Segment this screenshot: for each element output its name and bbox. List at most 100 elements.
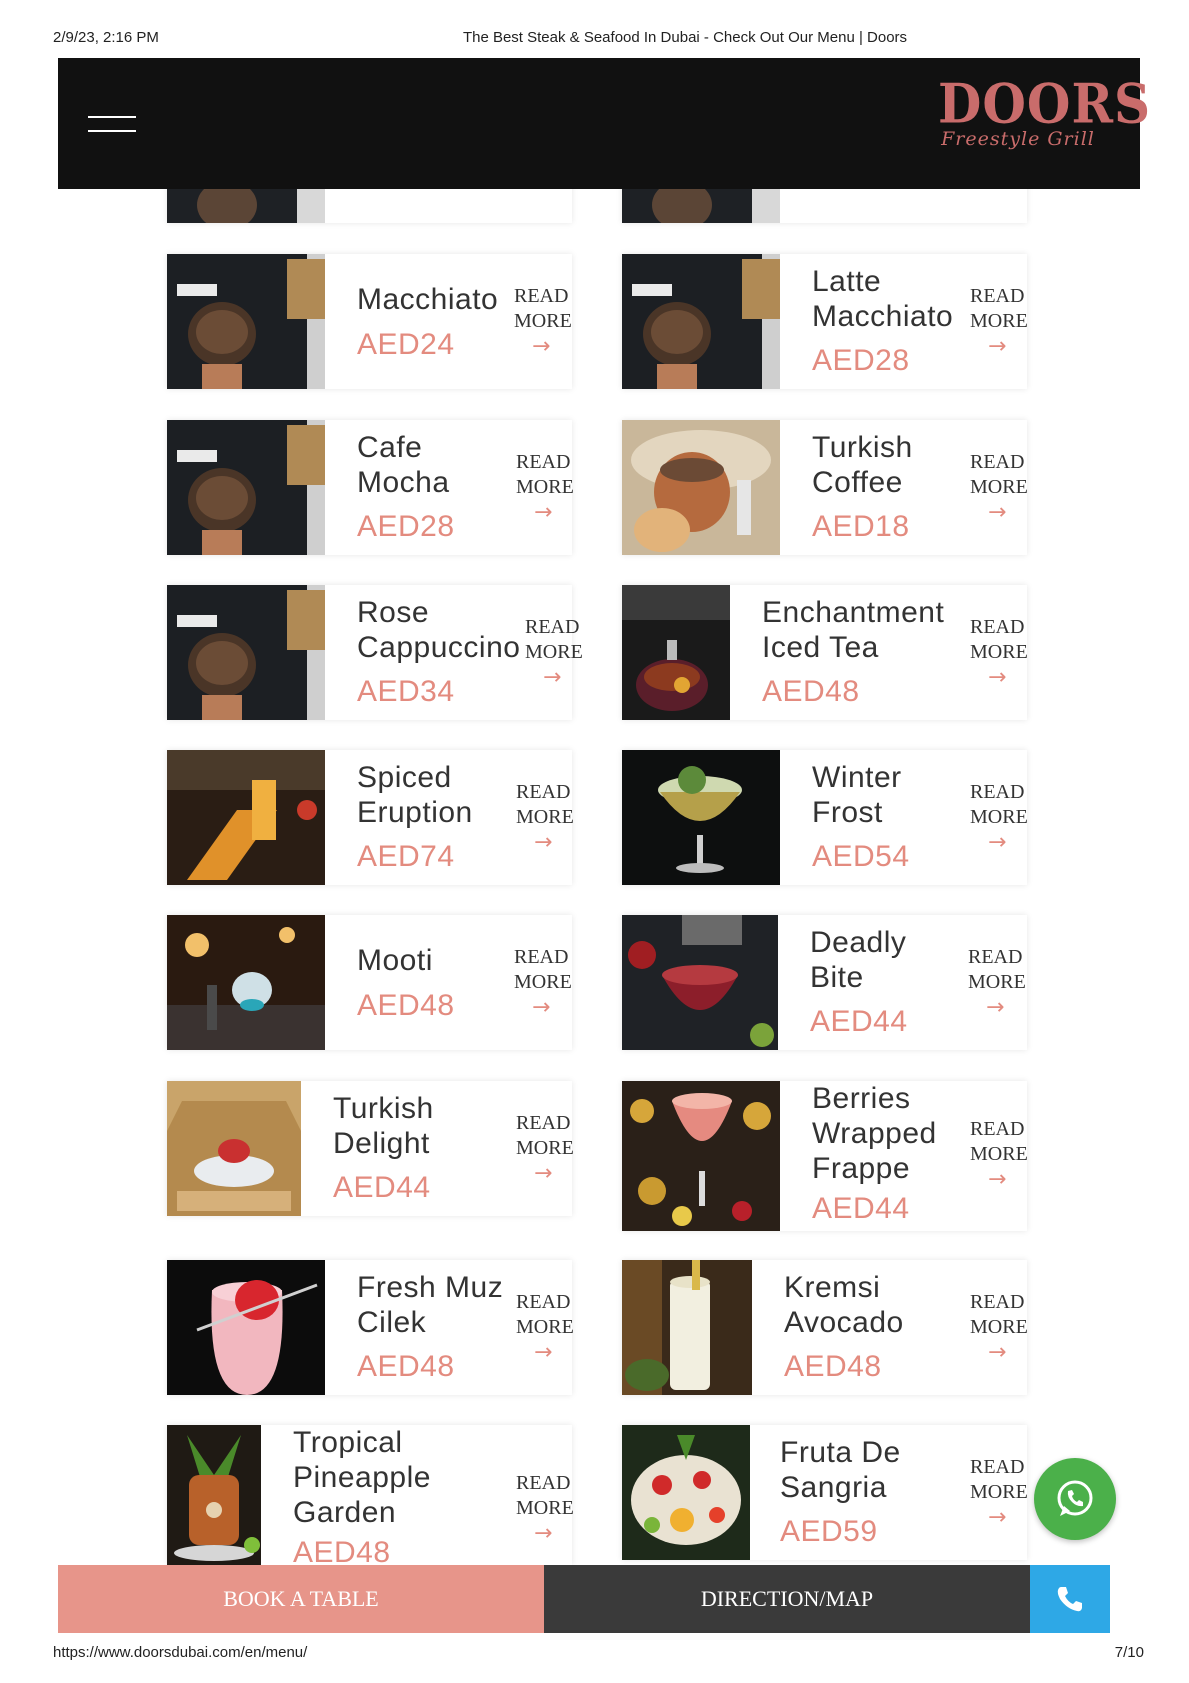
read-more-label: READ — [970, 285, 1025, 307]
read-more-label: MORE — [516, 1316, 574, 1338]
read-more-link[interactable]: READ MORE → — [516, 1290, 586, 1366]
read-more-label: READ — [970, 616, 1025, 638]
item-price: AED48 — [784, 1350, 882, 1383]
iced-tea-teapot-photo — [622, 585, 730, 720]
call-button[interactable] — [1030, 1565, 1110, 1633]
menu-card[interactable]: Kremsi Avocado AED48 READ MORE → — [622, 1260, 1028, 1395]
berries-frappe-photo — [622, 1081, 780, 1231]
whatsapp-icon — [1057, 1480, 1093, 1516]
read-more-link[interactable]: READ MORE → — [968, 945, 1038, 1021]
item-price: AED28 — [357, 510, 455, 543]
doors-logo[interactable]: DOORS Freestyle Grill — [938, 71, 1152, 150]
read-more-link[interactable]: READ MORE → — [516, 780, 586, 856]
arrow-right-icon: → — [534, 500, 553, 525]
book-table-button[interactable]: BOOK A TABLE — [58, 1565, 544, 1633]
menu-card[interactable]: Fruta De Sangria AED59 READ MORE → — [622, 1425, 1028, 1560]
item-name: Mooti — [357, 944, 433, 977]
logo-wordmark: DOORS — [938, 71, 1152, 136]
item-name: Enchantment Iced Tea — [762, 596, 945, 664]
site-header: DOORS Freestyle Grill — [58, 58, 1152, 189]
item-price: AED48 — [357, 989, 455, 1022]
menu-card[interactable]: Enchantment Iced Tea AED48 READ MORE → — [622, 585, 1028, 720]
read-more-label: READ — [968, 946, 1023, 968]
read-more-label: MORE — [514, 971, 572, 993]
menu-card[interactable]: Turkish Coffee AED18 READ MORE → — [622, 420, 1028, 555]
arrow-right-icon: → — [532, 334, 551, 359]
item-price: AED54 — [812, 840, 910, 873]
arrow-right-icon: → — [988, 334, 1007, 359]
deadly-bite-photo — [622, 915, 778, 1050]
read-more-link[interactable]: READ MORE → — [525, 615, 595, 691]
read-more-link[interactable]: READ MORE → — [970, 1455, 1040, 1531]
item-name: Deadly Bite — [810, 926, 907, 994]
whatsapp-button[interactable] — [1034, 1458, 1116, 1540]
menu-card[interactable]: Spiced Eruption AED74 READ MORE → — [167, 750, 574, 885]
arrow-right-icon: → — [534, 830, 553, 855]
item-price: AED74 — [357, 840, 455, 873]
read-more-label: READ — [514, 946, 569, 968]
read-more-link[interactable]: READ MORE → — [514, 945, 584, 1021]
read-more-link[interactable]: READ MORE → — [516, 1471, 586, 1547]
arrow-right-icon: → — [988, 500, 1007, 525]
menu-card[interactable]: Winter Frost AED54 READ MORE → — [622, 750, 1028, 885]
menu-card[interactable]: Latte Macchiato AED28 READ MORE → — [622, 254, 1028, 389]
menu-card[interactable]: Deadly Bite AED44 READ MORE → — [622, 915, 1027, 1050]
item-price: AED59 — [780, 1515, 878, 1548]
read-more-label: READ — [516, 1291, 571, 1313]
read-more-label: READ — [970, 451, 1025, 473]
menu-card[interactable]: Macchiato AED24 READ MORE → — [167, 254, 572, 389]
bottom-action-bar: BOOK A TABLE DIRECTION/MAP — [58, 1565, 1110, 1633]
arrow-right-icon: → — [534, 1161, 553, 1186]
coffee-beans-photo — [167, 585, 325, 720]
menu-card[interactable]: Cafe Mocha AED28 READ MORE → — [167, 420, 574, 555]
item-price: AED44 — [333, 1171, 431, 1204]
menu-card[interactable]: Fresh Muz Cilek AED48 READ MORE → — [167, 1260, 574, 1395]
item-price: AED18 — [812, 510, 910, 543]
item-name: Macchiato — [357, 283, 499, 316]
item-name: Winter Frost — [812, 761, 902, 829]
mooti-photo — [167, 915, 325, 1050]
read-more-link[interactable]: READ MORE → — [970, 1290, 1040, 1366]
menu-card[interactable]: Turkish Delight AED44 READ MORE → — [167, 1081, 574, 1216]
coffee-beans-photo — [167, 254, 325, 389]
item-price: AED34 — [357, 675, 455, 708]
read-more-link[interactable]: READ MORE → — [970, 1117, 1040, 1193]
item-name: Berries Wrapped Frappe — [812, 1082, 937, 1185]
item-name: Spiced Eruption — [357, 761, 473, 829]
direction-map-button[interactable]: DIRECTION/MAP — [544, 1565, 1030, 1633]
phone-icon — [1057, 1587, 1082, 1612]
read-more-label: READ — [516, 451, 571, 473]
turkish-coffee-photo — [622, 420, 780, 555]
menu-card[interactable]: Berries Wrapped Frappe AED44 READ MORE → — [622, 1081, 1028, 1231]
kremsi-avocado-photo — [622, 1260, 752, 1395]
print-page-number: 7/10 — [1114, 1644, 1144, 1661]
menu-card[interactable]: Rose Cappuccino AED34 READ MORE → — [167, 585, 583, 720]
read-more-link[interactable]: READ MORE → — [970, 284, 1040, 360]
menu-card[interactable]: Mooti AED48 READ MORE → — [167, 915, 572, 1050]
arrow-right-icon: → — [988, 1167, 1007, 1192]
read-more-link[interactable]: READ MORE → — [970, 780, 1040, 856]
read-more-label: MORE — [525, 641, 583, 663]
item-price: AED24 — [357, 328, 455, 361]
read-more-link[interactable]: READ MORE → — [514, 284, 584, 360]
read-more-link[interactable]: READ MORE → — [516, 450, 586, 526]
arrow-right-icon: → — [986, 995, 1005, 1020]
read-more-label: READ — [970, 1291, 1025, 1313]
read-more-link[interactable]: READ MORE → — [970, 615, 1040, 691]
coffee-beans-photo — [622, 254, 780, 389]
tropical-pineapple-photo — [167, 1425, 261, 1565]
fruta-de-sangria-photo — [622, 1425, 750, 1560]
item-name: Fruta De Sangria — [780, 1436, 901, 1504]
item-name: Latte Macchiato — [812, 265, 954, 333]
arrow-right-icon: → — [988, 1505, 1007, 1530]
arrow-right-icon: → — [988, 665, 1007, 690]
menu-hamburger-icon[interactable] — [88, 116, 136, 134]
item-price: AED44 — [812, 1192, 910, 1225]
read-more-link[interactable]: READ MORE → — [970, 450, 1040, 526]
read-more-label: READ — [514, 285, 569, 307]
menu-card[interactable]: Tropical Pineapple Garden AED48 READ MORE… — [167, 1425, 574, 1569]
item-name: Kremsi Avocado — [784, 1271, 904, 1339]
read-more-label: MORE — [970, 1316, 1028, 1338]
item-price: AED48 — [357, 1350, 455, 1383]
read-more-link[interactable]: READ MORE → — [516, 1111, 586, 1187]
